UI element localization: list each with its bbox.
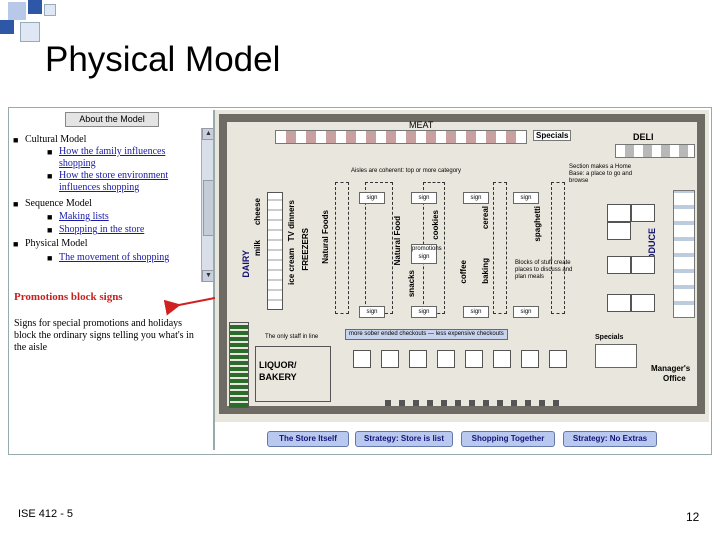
icecream-label: ice cream — [287, 248, 296, 285]
aisle-sign: sign — [411, 306, 437, 318]
natural-foods-label: Natural Foods — [321, 210, 330, 264]
checkout-lane — [493, 350, 511, 368]
corner-square-5 — [44, 4, 56, 16]
checkout-lane — [353, 350, 371, 368]
meat-label: MEAT — [409, 120, 434, 130]
store-floor-plan: MEAT Specials DELI Aisles are coherent: … — [215, 110, 709, 422]
checkout-lane — [549, 350, 567, 368]
store-itself-button[interactable]: The Store Itself — [267, 431, 349, 447]
checkout-lane — [409, 350, 427, 368]
page-number: 12 — [686, 510, 700, 524]
aisle-sign: sign — [359, 192, 385, 204]
specials-right-label: Specials — [595, 334, 624, 341]
slide-title: Physical Model — [45, 40, 281, 79]
aisle-sign: sign — [411, 192, 437, 204]
website-screenshot: About the Model ▲ ▼ ■ Cultural Model ■ H… — [8, 107, 712, 455]
aisle-sign: sign — [463, 192, 489, 204]
produce-bin — [631, 204, 655, 222]
checkout-lane — [465, 350, 483, 368]
bottle-rack — [229, 322, 249, 408]
shopping-together-button[interactable]: Shopping Together — [461, 431, 555, 447]
spaghetti-label: spaghetti — [533, 206, 542, 242]
aisle-sign: sign — [513, 192, 539, 204]
produce-bin — [631, 294, 655, 312]
wall-bottom — [219, 406, 705, 414]
aisle-natural — [335, 182, 349, 314]
deli-label: DELI — [633, 132, 654, 142]
produce-display-right — [673, 190, 695, 318]
checkout-lane — [381, 350, 399, 368]
checkout-lane — [521, 350, 539, 368]
manager-label: Manager's — [651, 364, 691, 373]
snacks-label: snacks — [407, 270, 416, 298]
freezers-label: FREEZERS — [301, 228, 310, 271]
store-is-list-button[interactable]: Strategy: Store is list — [355, 431, 453, 447]
checkout-lane — [437, 350, 455, 368]
corner-square-3 — [0, 20, 14, 34]
baking-label: baking — [481, 258, 490, 284]
aisle-sign: sign — [359, 306, 385, 318]
corner-square-1 — [8, 2, 26, 20]
aisle-sign: sign — [513, 306, 539, 318]
specials-display — [595, 344, 637, 368]
aisle-sign: sign — [463, 306, 489, 318]
deli-counter — [615, 144, 695, 158]
checkout-note: more sober ended checkouts — less expens… — [345, 329, 508, 340]
wall-right — [697, 114, 705, 414]
promotions-sign: promotions sign — [411, 244, 442, 264]
tv-dinners-label: TV dinners — [287, 200, 296, 242]
cheese-label: cheese — [253, 198, 262, 226]
people-note: The only staff in line — [265, 334, 319, 340]
meat-cases — [275, 130, 527, 144]
cereal-label: cereal — [481, 206, 490, 230]
produce-bin — [607, 204, 631, 222]
produce-bin — [607, 294, 631, 312]
no-extras-button[interactable]: Strategy: No Extras — [563, 431, 657, 447]
produce-bin — [631, 256, 655, 274]
produce-bin — [607, 256, 631, 274]
produce-bin — [607, 222, 631, 240]
wall-top — [219, 114, 705, 122]
course-code: ISE 412 - 5 — [18, 508, 74, 520]
aisle-spaghetti — [551, 182, 565, 314]
aisle-cereal — [493, 182, 507, 314]
aisle-note: Aisles are coherent: top or more categor… — [351, 168, 462, 174]
liquor-bakery-area — [255, 346, 331, 402]
office-label: Office — [663, 374, 686, 383]
corner-square-4 — [20, 22, 40, 42]
freezer-case — [267, 192, 283, 310]
coffee-label: coffee — [459, 260, 468, 284]
corner-square-2 — [28, 0, 42, 14]
wall-left — [219, 114, 227, 414]
specials-label: Specials — [533, 130, 572, 141]
dairy-label: DAIRY — [241, 250, 251, 278]
doors — [385, 400, 565, 406]
milk-label: milk — [253, 240, 262, 257]
blocks-note: Blocks of stuff create places to discuss… — [515, 260, 573, 280]
natural-food-label: Natural Food — [393, 216, 402, 266]
section-note: Section makes a Home Base: a place to go… — [569, 164, 633, 184]
